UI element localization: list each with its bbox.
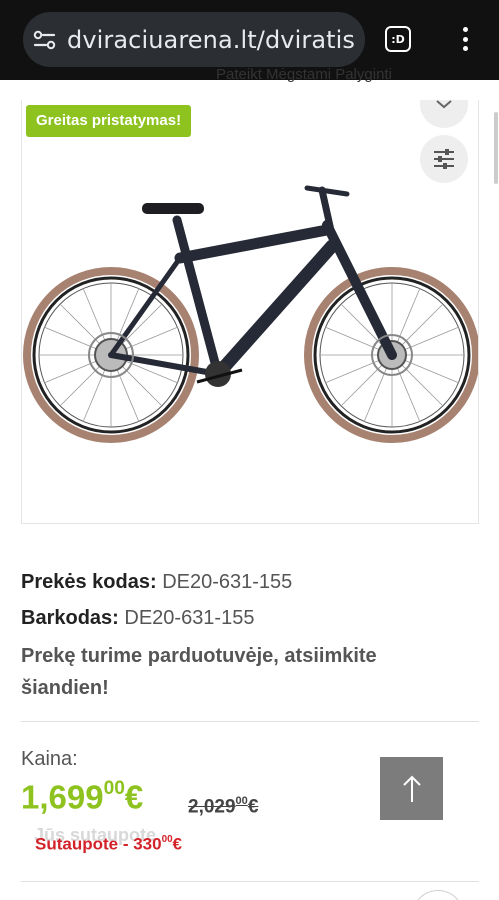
barcode-line: Barkodas: DE20-631-155 [21, 607, 254, 630]
saving-currency: € [172, 834, 183, 854]
saving-amount: Sutaupote - 33000€ [35, 834, 182, 854]
more-vert-icon[interactable] [454, 24, 476, 54]
address-bar[interactable]: dviraciuarena.lt/dviratis [23, 12, 365, 67]
url-text[interactable]: dviraciuarena.lt/dviratis [67, 26, 355, 54]
old-price-currency: € [247, 796, 259, 818]
stock-availability-text: Prekę turime parduotuvėje, atsiimkite ši… [21, 645, 377, 699]
current-price-main: 1,699 [21, 778, 104, 816]
product-code-label: Prekės kodas: [21, 571, 157, 593]
old-price-cents: 00 [235, 795, 248, 807]
product-image-card: Greitas pristatymas! [21, 100, 479, 524]
current-price-cents: 00 [103, 778, 125, 799]
fast-delivery-badge: Greitas pristatymas! [26, 105, 192, 137]
saving-cents: 00 [161, 834, 173, 845]
old-price: 2,02900€ [188, 795, 258, 818]
section-divider-bottom [21, 881, 479, 882]
page-scrollbar[interactable] [494, 112, 498, 184]
tab-switcher-button[interactable]: :D [385, 26, 411, 52]
mountain-bike-image [23, 185, 478, 443]
page-header-peek: Pateikt Mėgstami Palyginti [0, 62, 499, 102]
scroll-to-top-button[interactable] [380, 757, 443, 820]
saving-prefix: Sutaupote - 330 [35, 834, 162, 854]
old-price-main: 2,029 [188, 796, 236, 818]
current-price: 1,69900€ [21, 778, 143, 816]
header-links-text: Pateikt Mėgstami Palyginti [216, 66, 392, 83]
wishlist-heart-icon[interactable] [420, 100, 468, 128]
product-code-value: DE20-631-155 [162, 571, 293, 593]
bottom-round-button[interactable] [412, 890, 464, 900]
price-label: Kaina: [21, 748, 78, 770]
current-price-currency: € [124, 778, 144, 816]
section-divider [21, 721, 479, 722]
site-info-icon[interactable] [31, 26, 59, 54]
barcode-value: DE20-631-155 [124, 607, 255, 629]
product-code-line: Prekės kodas: DE20-631-155 [21, 571, 292, 594]
barcode-label: Barkodas: [21, 607, 119, 629]
arrow-up-icon [402, 775, 421, 802]
